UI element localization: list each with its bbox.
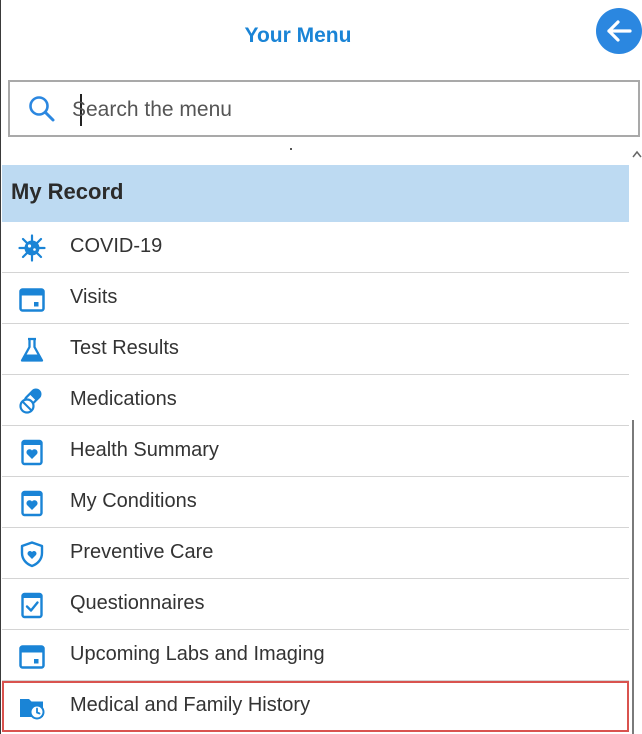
- menu-item-covid-19[interactable]: COVID-19: [2, 222, 629, 273]
- section-title: My Record: [11, 179, 124, 204]
- calendar-icon: [19, 288, 45, 312]
- search-icon: [29, 96, 55, 122]
- menu-item-preventive-care[interactable]: Preventive Care: [2, 528, 629, 579]
- menu-item-medications[interactable]: Medications: [2, 375, 629, 426]
- search-input[interactable]: [70, 90, 614, 130]
- calendar-icon: [19, 645, 45, 669]
- menu-item-medical-and-family-history[interactable]: Medical and Family History: [2, 681, 629, 732]
- menu-list: COVID-19 Visits Test Results Medications…: [2, 222, 629, 732]
- checklist-icon: [21, 592, 43, 619]
- pills-icon: [19, 388, 42, 414]
- section-header-my-record: My Record: [2, 165, 629, 222]
- menu-item-label: Medical and Family History: [70, 694, 311, 716]
- folder-clock-icon: [20, 699, 45, 720]
- search-box[interactable]: [8, 80, 640, 137]
- virus-icon: [18, 234, 46, 262]
- separator-dot: [290, 148, 292, 150]
- chevron-up-icon[interactable]: [632, 150, 642, 158]
- menu-title: Your Menu: [244, 24, 352, 47]
- menu-item-my-conditions[interactable]: My Conditions: [2, 477, 629, 528]
- heart-clipboard-icon: [21, 490, 43, 517]
- flask-icon: [20, 337, 44, 362]
- arrow-left-icon: [607, 20, 632, 42]
- menu-item-questionnaires[interactable]: Questionnaires: [2, 579, 629, 630]
- menu-item-label: Test Results: [70, 337, 179, 359]
- menu-item-test-results[interactable]: Test Results: [2, 324, 629, 375]
- menu-item-health-summary[interactable]: Health Summary: [2, 426, 629, 477]
- menu-item-label: COVID-19: [70, 235, 163, 257]
- menu-item-label: My Conditions: [70, 490, 197, 512]
- menu-item-label: Preventive Care: [70, 541, 214, 563]
- menu-item-visits[interactable]: Visits: [2, 273, 629, 324]
- menu-item-label: Upcoming Labs and Imaging: [70, 643, 325, 665]
- menu-panel: Your Menu My Record COVID-19: [0, 0, 640, 734]
- menu-item-upcoming-labs-and-imaging[interactable]: Upcoming Labs and Imaging: [2, 630, 629, 681]
- menu-item-label: Visits: [70, 286, 118, 308]
- menu-item-label: Questionnaires: [70, 592, 205, 614]
- scrollbar[interactable]: [630, 150, 642, 734]
- scrollbar-thumb[interactable]: [632, 420, 634, 734]
- shield-heart-icon: [20, 541, 44, 568]
- menu-item-label: Health Summary: [70, 439, 219, 461]
- back-button[interactable]: [596, 8, 642, 54]
- menu-item-label: Medications: [70, 388, 177, 410]
- heart-clipboard-icon: [21, 439, 43, 466]
